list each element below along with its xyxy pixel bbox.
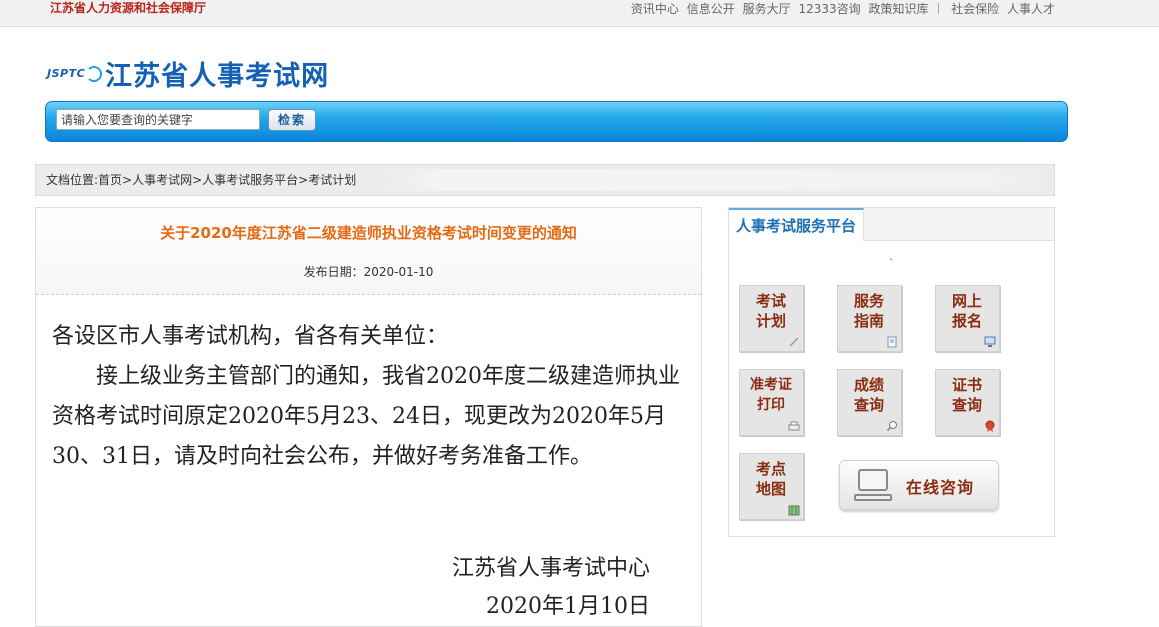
pen-icon: [789, 337, 799, 347]
top-nav: 资讯中心 信息公开 服务大厅 12333咨询 政策知识库 社会保险 人事人才: [627, 0, 1055, 18]
publish-date: 发布日期：2020-01-10: [303, 265, 434, 279]
top-nav-service-hall[interactable]: 服务大厅: [743, 2, 791, 16]
panel-tabbar: 人事考试服务平台: [729, 208, 1054, 241]
article-salutation: 各设区市人事考试机构，省各有关单位：: [52, 324, 449, 349]
top-nav-info-disclosure[interactable]: 信息公开: [687, 2, 735, 16]
printer-icon: [788, 421, 800, 431]
tile-exam-site-map[interactable]: 考点 地图: [739, 453, 804, 520]
tile-label: 成绩 查询: [853, 376, 884, 414]
tile-online-registration[interactable]: 网上 报名: [935, 285, 1000, 352]
tile-label: 考试 计划: [755, 292, 786, 330]
seal-icon: [985, 420, 995, 432]
article-title: 关于2020年度江苏省二级建造师执业资格考试时间变更的通知: [160, 224, 577, 242]
search-input[interactable]: 请输入您要查询的关键字: [56, 109, 260, 130]
online-consult-button[interactable]: 在线咨询: [839, 460, 999, 510]
tile-label: 证书 查询: [951, 376, 982, 414]
breadcrumb: 文档位置:首页>人事考试网>人事考试服务平台>考试计划: [35, 164, 1055, 196]
breadcrumb-text[interactable]: 文档位置:首页>人事考试网>人事考试服务平台>考试计划: [46, 173, 356, 187]
service-platform-panel: 人事考试服务平台 ` 考试 计划 服务 指南 网上 报名 准考证 打印 成绩 查询 证书查…: [728, 207, 1055, 537]
tile-label: 服务 指南: [853, 292, 884, 330]
magnifier-icon: [886, 421, 897, 432]
computer-icon: [858, 469, 888, 491]
top-bar: 江苏省人力资源和社会保障厅 资讯中心 信息公开 服务大厅 12333咨询 政策知…: [0, 0, 1159, 27]
org-name[interactable]: 江苏省人力资源和社会保障厅: [50, 0, 206, 18]
tile-score-query[interactable]: 成绩 查询: [837, 369, 902, 436]
signature-date: 2020年1月10日: [486, 594, 650, 619]
breadcrumb-fade: [381, 169, 1051, 191]
logo-abbr: JSPTC: [47, 67, 86, 80]
top-nav-news[interactable]: 资讯中心: [631, 2, 679, 16]
tile-label: 考点 地图: [755, 460, 786, 498]
tile-label: 准考证 打印: [750, 377, 792, 413]
keyboard-icon: [854, 494, 892, 501]
nav-divider: [938, 3, 940, 14]
consult-label: 在线咨询: [906, 478, 975, 497]
article-body: 各设区市人事考试机构，省各有关单位： 接上级业务主管部门的通知，我省2020年度…: [36, 295, 701, 477]
tile-admission-print[interactable]: 准考证 打印: [739, 369, 804, 436]
article-panel: 关于2020年度江苏省二级建造师执业资格考试时间变更的通知 发布日期：2020-…: [35, 207, 702, 627]
logo-swoosh-icon: [86, 65, 103, 82]
search-bar: 请输入您要查询的关键字 检索: [45, 101, 1068, 142]
document-icon: [887, 336, 897, 348]
map-icon: [788, 505, 800, 516]
article-signature: 江苏省人事考试中心 2020年1月10日: [452, 550, 650, 626]
monitor-icon: [984, 336, 996, 347]
logo-name: 江苏省人事考试网: [105, 61, 330, 92]
site-logo[interactable]: JSPTC 江苏省人事考试网: [47, 54, 330, 92]
article-paragraph: 接上级业务主管部门的通知，我省2020年度二级建造师执业资格考试时间原定2020…: [52, 364, 680, 469]
top-nav-policy-kb[interactable]: 政策知识库: [868, 2, 928, 16]
top-nav-social-insurance[interactable]: 社会保险: [951, 2, 999, 16]
signature-org: 江苏省人事考试中心: [451, 556, 650, 581]
article-header: 关于2020年度江苏省二级建造师执业资格考试时间变更的通知 发布日期：2020-…: [36, 208, 701, 295]
tab-service-platform[interactable]: 人事考试服务平台: [729, 208, 865, 241]
search-button[interactable]: 检索: [268, 109, 316, 131]
top-nav-12333[interactable]: 12333咨询: [798, 2, 860, 16]
top-nav-talent[interactable]: 人事人才: [1007, 2, 1055, 16]
tile-exam-plan[interactable]: 考试 计划: [739, 285, 804, 352]
tile-label: 网上 报名: [951, 292, 982, 330]
tile-certificate-query[interactable]: 证书 查询: [935, 369, 1000, 436]
tile-service-guide[interactable]: 服务 指南: [837, 285, 902, 352]
stray-mark: `: [889, 257, 895, 270]
